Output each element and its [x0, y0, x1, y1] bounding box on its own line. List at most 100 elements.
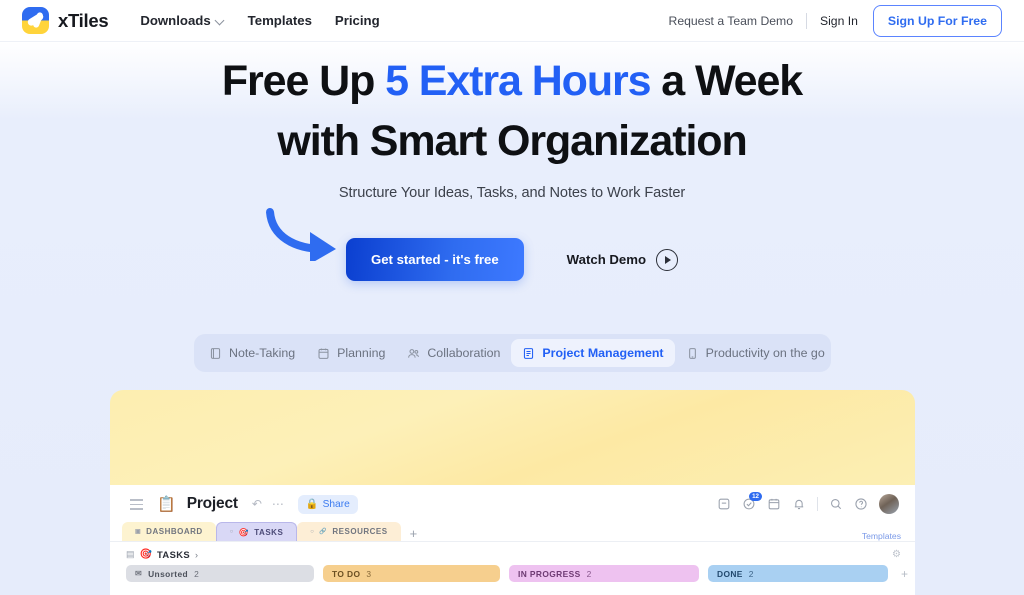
toolbar-divider	[817, 497, 818, 511]
calendar-icon	[318, 348, 329, 359]
kanban-board: ✉ Unsorted 2 TO DO 3 IN PROGRESS 2 DONE …	[110, 565, 915, 582]
app-banner-image	[110, 390, 915, 485]
avatar[interactable]	[879, 494, 899, 514]
nav-item-templates[interactable]: Templates	[248, 13, 312, 28]
nav-item-pricing[interactable]: Pricing	[335, 13, 380, 28]
feature-tabs: Note-Taking Planning Collaboration Proje…	[194, 334, 831, 372]
notification-badge: 12	[749, 492, 762, 502]
target-icon: 🎯	[238, 527, 250, 537]
menu-icon[interactable]	[130, 499, 143, 510]
more-options-icon[interactable]: ⋯	[272, 497, 285, 511]
people-icon	[408, 348, 420, 358]
kanban-column-todo[interactable]: TO DO 3	[323, 565, 500, 582]
app-toolbar: 📋 Project ↶ ⋯ 🔒 Share 12	[110, 485, 915, 523]
column-label-unsorted: Unsorted	[148, 568, 189, 579]
inbox-icon: ✉	[135, 569, 143, 578]
tab-productivity-on-the-go[interactable]: Productivity on the go	[675, 339, 836, 367]
mobile-icon	[688, 347, 696, 359]
tab-planning[interactable]: Planning	[306, 339, 396, 367]
column-count-in-progress: 2	[586, 568, 592, 579]
section-title: TASKS	[156, 549, 191, 560]
document-icon	[524, 347, 534, 359]
help-icon[interactable]	[854, 497, 868, 511]
column-count-done: 2	[748, 568, 754, 579]
column-count-unsorted: 2	[194, 568, 200, 579]
nav-label-downloads: Downloads	[140, 13, 211, 28]
tab-label-collaboration: Collaboration	[427, 346, 501, 360]
site-header: xTiles Downloads Templates Pricing Reque…	[0, 0, 1024, 42]
notebook-icon	[210, 347, 221, 359]
chevron-down-icon	[216, 16, 225, 25]
tab-label-note-taking: Note-Taking	[229, 346, 296, 360]
templates-link[interactable]: Templates	[862, 531, 901, 541]
lock-icon: 🔒	[305, 498, 319, 510]
kanban-column-done[interactable]: DONE 2	[708, 565, 888, 582]
tab-collaboration[interactable]: Collaboration	[396, 339, 511, 367]
tab-project-management[interactable]: Project Management	[511, 339, 675, 367]
gear-icon[interactable]: ⚙	[892, 549, 901, 560]
page-title: Free Up 5 Extra Hours a Week with Smart …	[0, 51, 1024, 171]
target-icon: 🎯	[139, 549, 152, 560]
headline-part-1: Free Up	[221, 57, 386, 105]
undo-icon[interactable]: ↶	[252, 497, 262, 511]
tab-label-planning: Planning	[337, 346, 386, 360]
play-icon[interactable]	[656, 248, 679, 271]
app-tab-strip: ▣ DASHBOARD ○ 🎯 TASKS ○ 🔗 RESOURCES + Te…	[110, 522, 915, 542]
headline-part-2: a Week	[650, 57, 803, 105]
chevron-right-icon[interactable]: ›	[195, 550, 198, 560]
app-toolbar-actions: 12	[717, 492, 899, 514]
board-icon: ▤	[126, 549, 135, 559]
archive-icon[interactable]	[717, 497, 731, 511]
app-tab-label-tasks: TASKS	[254, 527, 284, 537]
headline-line-2: with Smart Organization	[277, 117, 747, 166]
app-tab-resources[interactable]: ○ 🔗 RESOURCES	[297, 522, 401, 541]
sign-up-button[interactable]: Sign Up For Free	[872, 4, 1002, 37]
curved-arrow-icon	[262, 206, 352, 265]
share-button[interactable]: 🔒 Share	[297, 494, 358, 514]
page-icon: ▣	[135, 529, 142, 535]
headline-accent: 5 Extra Hours	[385, 57, 651, 105]
column-label-in-progress: IN PROGRESS	[518, 568, 581, 579]
document-title[interactable]: Project	[187, 495, 238, 513]
add-column-button[interactable]: +	[901, 567, 908, 581]
header-right: Request a Team Demo Sign In Sign Up For …	[669, 4, 1024, 37]
app-tab-dashboard[interactable]: ▣ DASHBOARD	[122, 522, 216, 541]
nav-item-downloads[interactable]: Downloads	[140, 13, 224, 28]
headline-line-1: Free Up 5 Extra Hours a Week	[0, 51, 1024, 111]
sign-in-link[interactable]: Sign In	[807, 14, 873, 28]
column-label-done: DONE	[717, 568, 743, 579]
hero-subtitle: Structure Your Ideas, Tasks, and Notes t…	[338, 185, 686, 202]
kanban-column-unsorted[interactable]: ✉ Unsorted 2	[126, 565, 314, 582]
tasks-section-header: ▤ 🎯 TASKS › ⚙	[110, 542, 915, 565]
tab-note-taking[interactable]: Note-Taking	[198, 339, 306, 367]
bell-icon[interactable]	[792, 497, 806, 511]
link-icon: 🔗	[319, 529, 328, 535]
hero-section: Free Up 5 Extra Hours a Week with Smart …	[0, 42, 1024, 282]
dot-icon: ○	[310, 528, 315, 535]
landing-page: xTiles Downloads Templates Pricing Reque…	[0, 0, 1024, 595]
cta-row: Get started - it's free Watch Demo	[0, 208, 1024, 282]
search-icon[interactable]	[829, 497, 843, 511]
calendar-icon[interactable]	[767, 497, 781, 511]
app-tab-label-dashboard: DASHBOARD	[146, 527, 203, 536]
kanban-column-in-progress[interactable]: IN PROGRESS 2	[509, 565, 699, 582]
app-tab-tasks[interactable]: ○ 🎯 TASKS	[215, 522, 298, 541]
app-tab-label-resources: RESOURCES	[332, 527, 388, 536]
watch-demo-button[interactable]: Watch Demo	[567, 248, 679, 271]
logo-text[interactable]: xTiles	[58, 10, 109, 32]
app-preview-window: 📋 Project ↶ ⋯ 🔒 Share 12 ▣ DASHBOARD ○ 🎯…	[110, 485, 915, 595]
clipboard-icon: 📋	[157, 496, 176, 513]
column-count-todo: 3	[366, 568, 372, 579]
tasks-icon-wrap[interactable]: 12	[742, 492, 762, 511]
share-label: Share	[322, 498, 350, 510]
column-label-todo: TO DO	[332, 568, 361, 579]
tab-label-project-management: Project Management	[542, 346, 664, 360]
request-team-demo-link[interactable]: Request a Team Demo	[669, 14, 806, 28]
dot-icon: ○	[229, 529, 234, 535]
xtiles-logo-icon[interactable]	[22, 7, 49, 34]
tab-label-productivity: Productivity on the go	[705, 346, 825, 360]
header-left: xTiles Downloads Templates Pricing	[0, 7, 380, 34]
add-tab-button[interactable]: +	[410, 526, 418, 541]
main-nav: Downloads Templates Pricing	[140, 13, 379, 28]
get-started-button[interactable]: Get started - it's free	[345, 238, 524, 282]
